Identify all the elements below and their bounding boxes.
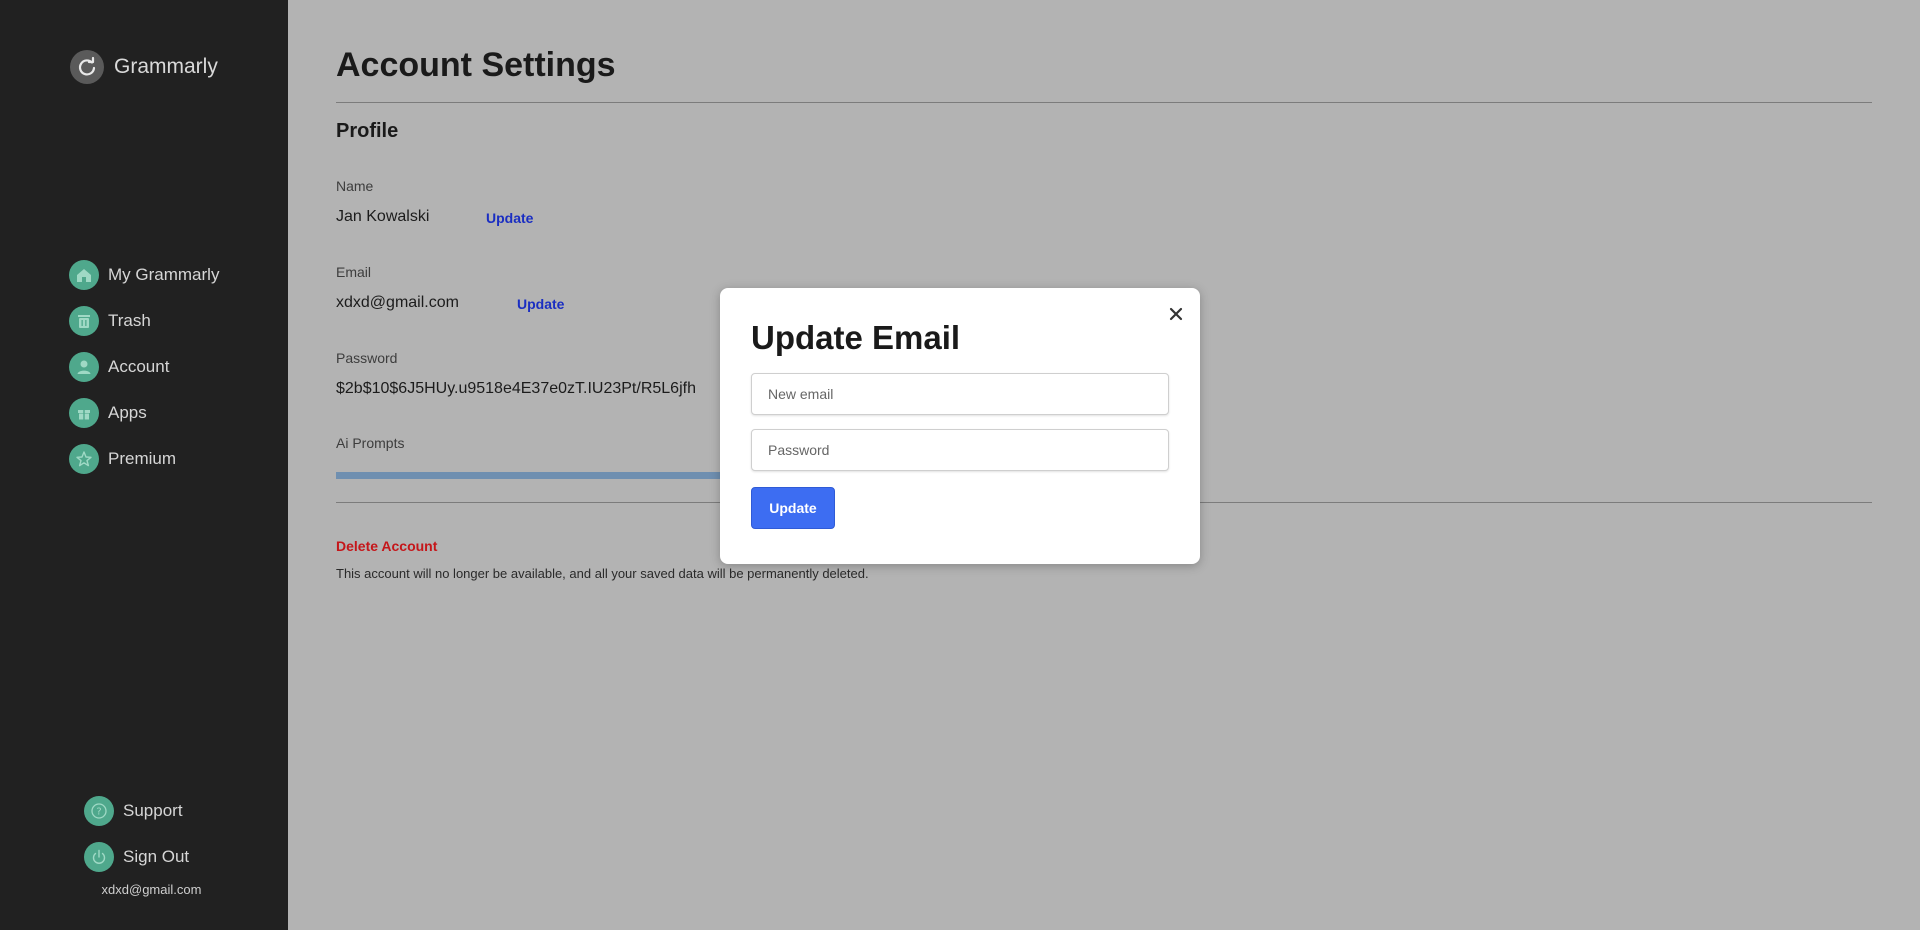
close-icon[interactable] [1164, 302, 1188, 326]
help-icon: ? [84, 796, 114, 826]
star-icon [69, 444, 99, 474]
sidebar-item-label: Sign Out [123, 847, 190, 866]
home-icon [69, 260, 99, 290]
update-email-button[interactable]: Update [751, 487, 835, 529]
update-email-link[interactable]: Update [517, 296, 564, 312]
sidebar-item-label: Trash [108, 311, 151, 330]
page-title: Account Settings [336, 46, 616, 84]
trash-icon [69, 306, 99, 336]
password-input[interactable] [751, 429, 1169, 471]
sidebar: Grammarly My Grammarly Trash Account App… [0, 0, 288, 930]
sidebar-item-label: Account [108, 357, 170, 376]
grammarly-logo-icon [70, 50, 104, 84]
sidebar-item-sign-out[interactable]: Sign Out [84, 842, 189, 872]
email-value: xdxd@gmail.com [336, 294, 459, 311]
sidebar-item-label: Support [123, 801, 183, 820]
gift-icon [69, 398, 99, 428]
update-email-modal: Update Email Update [720, 288, 1200, 564]
sidebar-item-my-grammarly[interactable]: My Grammarly [69, 260, 219, 290]
sidebar-item-premium[interactable]: Premium [69, 444, 219, 474]
sidebar-nav: My Grammarly Trash Account Apps Premium [69, 260, 219, 490]
password-value: $2b$10$6J5HUy.u9518e4E37e0zT.IU23Pt/R5L6… [336, 380, 696, 397]
email-label: Email [336, 264, 372, 280]
sidebar-bottom-nav: ? Support Sign Out [84, 796, 189, 888]
brand[interactable]: Grammarly [70, 50, 218, 84]
delete-account-link[interactable]: Delete Account [336, 538, 437, 554]
sidebar-item-label: Apps [108, 403, 147, 422]
name-label: Name [336, 178, 374, 194]
divider [336, 102, 1872, 103]
sidebar-item-apps[interactable]: Apps [69, 398, 219, 428]
sidebar-item-label: My Grammarly [108, 265, 220, 284]
password-label: Password [336, 350, 398, 366]
sidebar-item-account[interactable]: Account [69, 352, 219, 382]
sidebar-item-support[interactable]: ? Support [84, 796, 189, 826]
delete-account-description: This account will no longer be available… [336, 566, 869, 581]
new-email-input[interactable] [751, 373, 1169, 415]
sidebar-item-label: Premium [108, 449, 177, 468]
name-value: Jan Kowalski [336, 208, 430, 225]
svg-text:?: ? [96, 807, 101, 818]
power-icon [84, 842, 114, 872]
user-icon [69, 352, 99, 382]
ai-prompts-label: Ai Prompts [336, 435, 405, 451]
sidebar-user-email: xdxd@gmail.com [101, 882, 202, 897]
update-name-link[interactable]: Update [486, 210, 533, 226]
sidebar-item-trash[interactable]: Trash [69, 306, 219, 336]
brand-name: Grammarly [114, 55, 218, 78]
profile-heading: Profile [336, 120, 399, 142]
modal-title: Update Email [751, 319, 961, 356]
